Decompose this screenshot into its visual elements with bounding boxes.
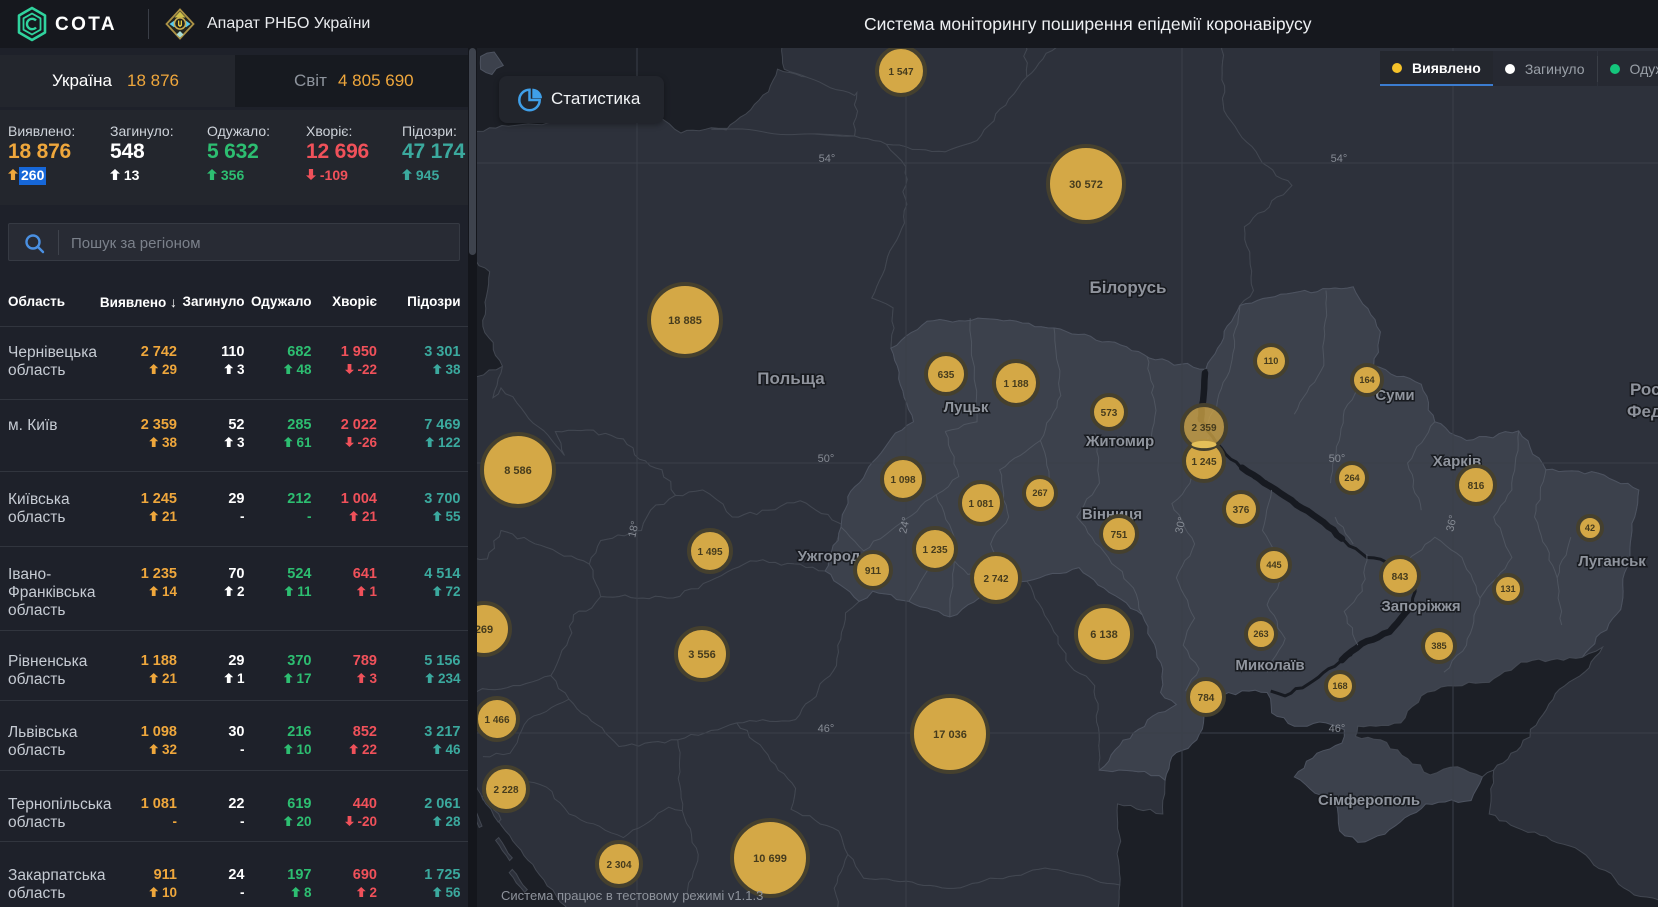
- svg-text:751: 751: [1111, 530, 1128, 541]
- svg-text:46°: 46°: [1329, 723, 1346, 735]
- svg-text:18 885: 18 885: [668, 315, 702, 327]
- svg-text:6 138: 6 138: [1090, 629, 1118, 641]
- svg-text:30 572: 30 572: [1069, 179, 1103, 191]
- svg-text:Білорусь: Білорусь: [1090, 278, 1167, 297]
- svg-text:Федерація: Федерація: [1627, 402, 1658, 421]
- svg-text:635: 635: [938, 370, 955, 381]
- svg-text:168: 168: [1332, 681, 1347, 691]
- svg-text:2 228: 2 228: [493, 785, 518, 796]
- svg-text:263: 263: [1253, 629, 1268, 639]
- svg-text:2 742: 2 742: [983, 574, 1008, 585]
- svg-text:264: 264: [1344, 473, 1360, 483]
- svg-text:50°: 50°: [1329, 453, 1346, 465]
- svg-text:8 586: 8 586: [504, 465, 532, 477]
- svg-text:Запоріжжя: Запоріжжя: [1381, 598, 1460, 615]
- svg-text:843: 843: [1392, 572, 1409, 583]
- svg-text:376: 376: [1233, 505, 1250, 516]
- svg-text:50°: 50°: [818, 453, 835, 465]
- svg-text:54°: 54°: [819, 153, 836, 165]
- svg-text:445: 445: [1266, 560, 1281, 570]
- svg-text:1 245: 1 245: [1191, 457, 1216, 468]
- svg-text:Російська: Російська: [1630, 380, 1658, 399]
- svg-text:Луганськ: Луганськ: [1578, 553, 1646, 570]
- svg-text:Луцьк: Луцьк: [944, 399, 989, 416]
- svg-text:267: 267: [1032, 488, 1047, 498]
- svg-text:46°: 46°: [818, 723, 835, 735]
- svg-text:Суми: Суми: [1375, 387, 1414, 404]
- svg-text:2 304: 2 304: [606, 860, 631, 871]
- svg-text:Житомир: Житомир: [1085, 433, 1154, 450]
- svg-text:1 188: 1 188: [1003, 379, 1028, 390]
- svg-text:1 098: 1 098: [890, 475, 915, 486]
- svg-text:3 556: 3 556: [688, 649, 716, 661]
- svg-text:110: 110: [1264, 356, 1279, 366]
- svg-text:1 495: 1 495: [697, 547, 722, 558]
- svg-text:42: 42: [1585, 523, 1595, 533]
- svg-text:Ужгород: Ужгород: [798, 548, 861, 565]
- svg-text:911: 911: [865, 566, 882, 577]
- svg-text:164: 164: [1359, 375, 1375, 385]
- svg-text:Сімферополь: Сімферополь: [1318, 792, 1420, 809]
- svg-text:1 235: 1 235: [922, 545, 947, 556]
- svg-text:784: 784: [1198, 693, 1215, 704]
- svg-text:Польща: Польща: [757, 369, 825, 388]
- svg-text:10 699: 10 699: [753, 853, 787, 865]
- svg-text:385: 385: [1431, 641, 1446, 651]
- svg-text:131: 131: [1500, 584, 1515, 594]
- svg-text:573: 573: [1101, 408, 1118, 419]
- svg-text:54°: 54°: [1331, 153, 1348, 165]
- svg-text:1 081: 1 081: [968, 499, 993, 510]
- svg-text:269: 269: [475, 624, 493, 636]
- svg-text:17 036: 17 036: [933, 729, 967, 741]
- svg-text:816: 816: [1468, 481, 1485, 492]
- svg-text:2 359: 2 359: [1191, 423, 1216, 434]
- svg-text:1 547: 1 547: [888, 67, 913, 78]
- svg-text:Миколаїв: Миколаїв: [1235, 657, 1304, 674]
- svg-text:1 466: 1 466: [484, 715, 509, 726]
